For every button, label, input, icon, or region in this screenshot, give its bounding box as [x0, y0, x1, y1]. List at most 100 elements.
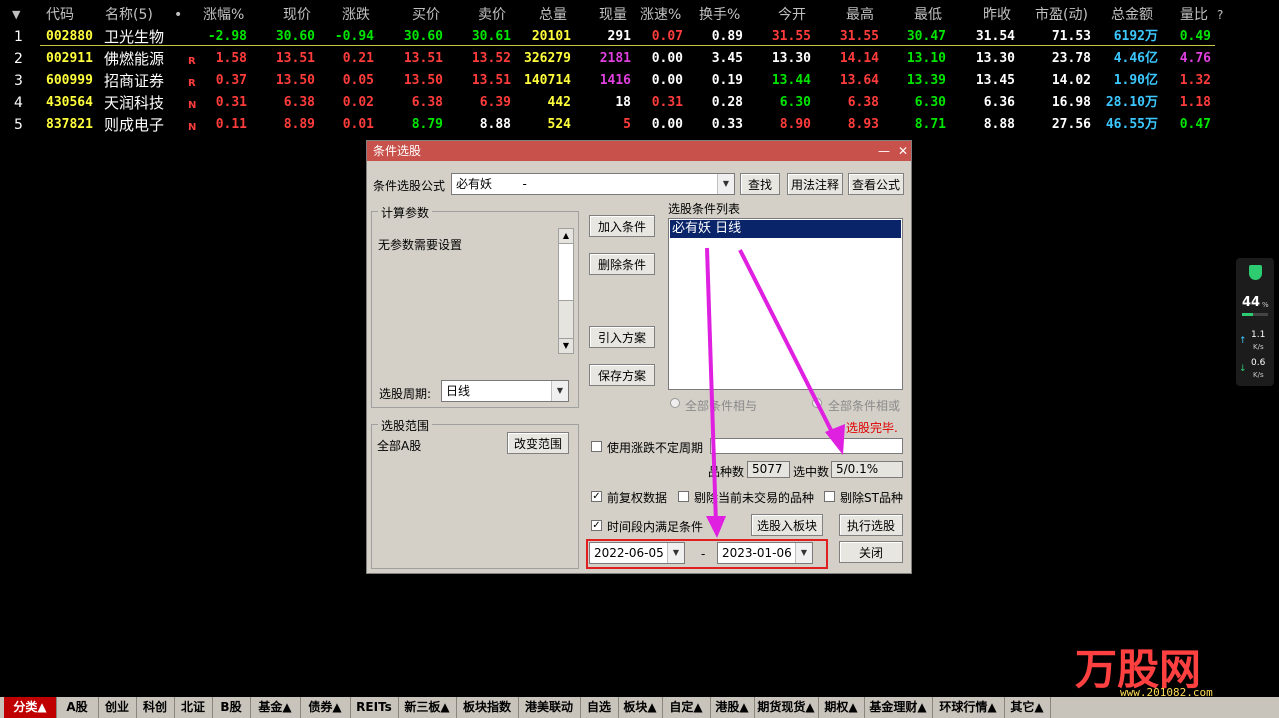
col-code[interactable]: 代码 — [46, 4, 74, 26]
col-ask[interactable]: 卖价 — [478, 4, 506, 26]
usage-notes-button[interactable]: 用法注释 — [787, 173, 843, 195]
tab-9[interactable]: 新三板▲ — [398, 697, 457, 718]
change-range-button[interactable]: 改变范围 — [507, 432, 569, 454]
period-select[interactable]: 日线 ▼ — [441, 380, 569, 402]
date-start-input[interactable]: 2022-06-05 ▼ — [589, 542, 685, 564]
add-condition-button[interactable]: 加入条件 — [589, 215, 655, 237]
tab-2[interactable]: 创业 — [98, 697, 137, 718]
col-vol-ratio[interactable]: 量比 — [1180, 4, 1208, 26]
minimize-icon[interactable]: — — [875, 142, 893, 160]
radio-and[interactable] — [670, 398, 680, 408]
tab-8[interactable]: REITs — [350, 697, 399, 718]
upload-speed: 1.1 — [1251, 330, 1266, 340]
tab-15[interactable]: 港股▲ — [710, 697, 755, 718]
dialog-title-bar[interactable]: 条件选股 — [367, 141, 911, 161]
col-chg-pct[interactable]: 涨幅% — [203, 4, 244, 26]
tab-13[interactable]: 板块▲ — [618, 697, 663, 718]
chg: 0.05 — [342, 73, 374, 88]
table-row[interactable]: 5 837821 则成电子 N 0.11 8.89 0.01 8.79 8.88 524 5 0.00… — [0, 114, 1225, 136]
low: 8.71 — [914, 117, 946, 132]
col-turnover[interactable]: 换手% — [699, 4, 740, 26]
selected-value: 5/0.1% — [831, 461, 903, 478]
close-icon[interactable]: ✕ — [894, 142, 912, 160]
execute-button[interactable]: 执行选股 — [839, 514, 903, 536]
tab-5[interactable]: B股 — [212, 697, 251, 718]
tab-0[interactable]: 分类▲ — [4, 697, 57, 718]
chevron-down-icon[interactable]: ▼ — [717, 174, 734, 194]
tab-6[interactable]: 基金▲ — [250, 697, 301, 718]
table-row[interactable]: 2 002911 佛燃能源 R 1.58 13.51 0.21 13.51 13.52 32627… — [0, 48, 1225, 70]
condition-list[interactable]: 必有妖 日线 — [668, 218, 903, 390]
adjusted-data-checkbox[interactable]: ✓ — [591, 491, 602, 502]
table-row[interactable]: 3 600999 招商证券 R 0.37 13.50 0.05 13.50 13.51 14071… — [0, 70, 1225, 92]
download-unit: K/s — [1253, 371, 1264, 379]
stock-name: 佛燃能源 — [104, 50, 165, 68]
tab-14[interactable]: 自定▲ — [662, 697, 711, 718]
col-pe[interactable]: 市盈(动) — [1035, 4, 1088, 26]
table-row[interactable]: 4 430564 天润科技 N 0.31 6.38 0.02 6.38 6.39 442 18 0.3… — [0, 92, 1225, 114]
time-range-checkbox[interactable]: ✓ — [591, 520, 602, 531]
stock-name: 则成电子 — [104, 116, 165, 134]
chevron-down-icon[interactable]: ▼ — [667, 543, 684, 563]
find-button[interactable]: 查找 — [740, 173, 780, 195]
tab-11[interactable]: 港美联动 — [518, 697, 581, 718]
date-end-input[interactable]: 2023-01-06 ▼ — [717, 542, 813, 564]
delete-condition-button[interactable]: 删除条件 — [589, 253, 655, 275]
turnover: 0.28 — [711, 95, 743, 110]
tab-4[interactable]: 北证 — [174, 697, 213, 718]
percent-unit: % — [1262, 301, 1269, 309]
tab-7[interactable]: 债券▲ — [300, 697, 351, 718]
prev-close: 6.36 — [983, 95, 1015, 110]
date-end-value: 2023-01-06 — [722, 546, 792, 560]
tab-12[interactable]: 自选 — [580, 697, 619, 718]
tab-10[interactable]: 板块指数 — [456, 697, 519, 718]
col-cur-vol[interactable]: 现量 — [599, 4, 627, 26]
col-open[interactable]: 今开 — [778, 4, 806, 26]
chg-pct: 0.37 — [215, 73, 247, 88]
current-volume: 2181 — [599, 51, 631, 66]
col-price[interactable]: 现价 — [283, 4, 311, 26]
save-plan-button[interactable]: 保存方案 — [589, 364, 655, 386]
add-to-block-button[interactable]: 选股入板块 — [751, 514, 823, 536]
exclude-st-checkbox[interactable] — [824, 491, 835, 502]
download-arrow-icon: ↓ — [1239, 364, 1247, 374]
import-plan-button[interactable]: 引入方案 — [589, 326, 655, 348]
sort-arrow-icon[interactable]: ▼ — [12, 4, 20, 26]
col-vol[interactable]: 总量 — [539, 4, 567, 26]
network-monitor-widget[interactable]: 44 % ↑ 1.1 K/s ↓ 0.6 K/s — [1236, 258, 1274, 386]
scroll-down-icon[interactable]: ▼ — [559, 338, 573, 353]
col-amount[interactable]: 总金额 — [1111, 4, 1153, 26]
tab-18[interactable]: 基金理财▲ — [864, 697, 933, 718]
tab-3[interactable]: 科创 — [136, 697, 175, 718]
tab-20[interactable]: 其它▲ — [1004, 697, 1051, 718]
close-button[interactable]: 关闭 — [839, 541, 903, 563]
col-prev[interactable]: 昨收 — [983, 4, 1011, 26]
col-speed[interactable]: 涨速% — [640, 4, 681, 26]
use-period-checkbox[interactable] — [591, 441, 602, 452]
col-chg[interactable]: 涨跌 — [342, 4, 370, 26]
tab-16[interactable]: 期货现货▲ — [754, 697, 819, 718]
formula-value: 必有妖 - — [456, 177, 527, 191]
chevron-down-icon[interactable]: ▼ — [795, 543, 812, 563]
params-scrollbar[interactable]: ▲ ▼ — [558, 228, 574, 354]
period-label: 选股周期: — [379, 387, 432, 401]
scroll-thumb[interactable] — [559, 244, 573, 301]
list-item[interactable]: 必有妖 日线 — [670, 220, 901, 238]
exclude-suspended-checkbox[interactable] — [678, 491, 689, 502]
radio-or[interactable] — [812, 398, 822, 408]
col-high[interactable]: 最高 — [846, 4, 874, 26]
high: 14.14 — [839, 51, 879, 66]
col-name[interactable]: 名称(5) — [105, 4, 153, 26]
tab-19[interactable]: 环球行情▲ — [932, 697, 1005, 718]
view-formula-button[interactable]: 查看公式 — [848, 173, 904, 195]
open: 13.30 — [771, 51, 811, 66]
scroll-up-icon[interactable]: ▲ — [559, 229, 573, 244]
col-bid[interactable]: 买价 — [412, 4, 440, 26]
tab-1[interactable]: A股 — [56, 697, 99, 718]
chevron-down-icon[interactable]: ▼ — [551, 381, 568, 401]
range-value: 全部A股 — [377, 439, 422, 453]
help-icon[interactable]: ? — [1217, 4, 1223, 26]
formula-select[interactable]: 必有妖 - ▼ — [451, 173, 735, 195]
col-low[interactable]: 最低 — [914, 4, 942, 26]
tab-17[interactable]: 期权▲ — [818, 697, 865, 718]
